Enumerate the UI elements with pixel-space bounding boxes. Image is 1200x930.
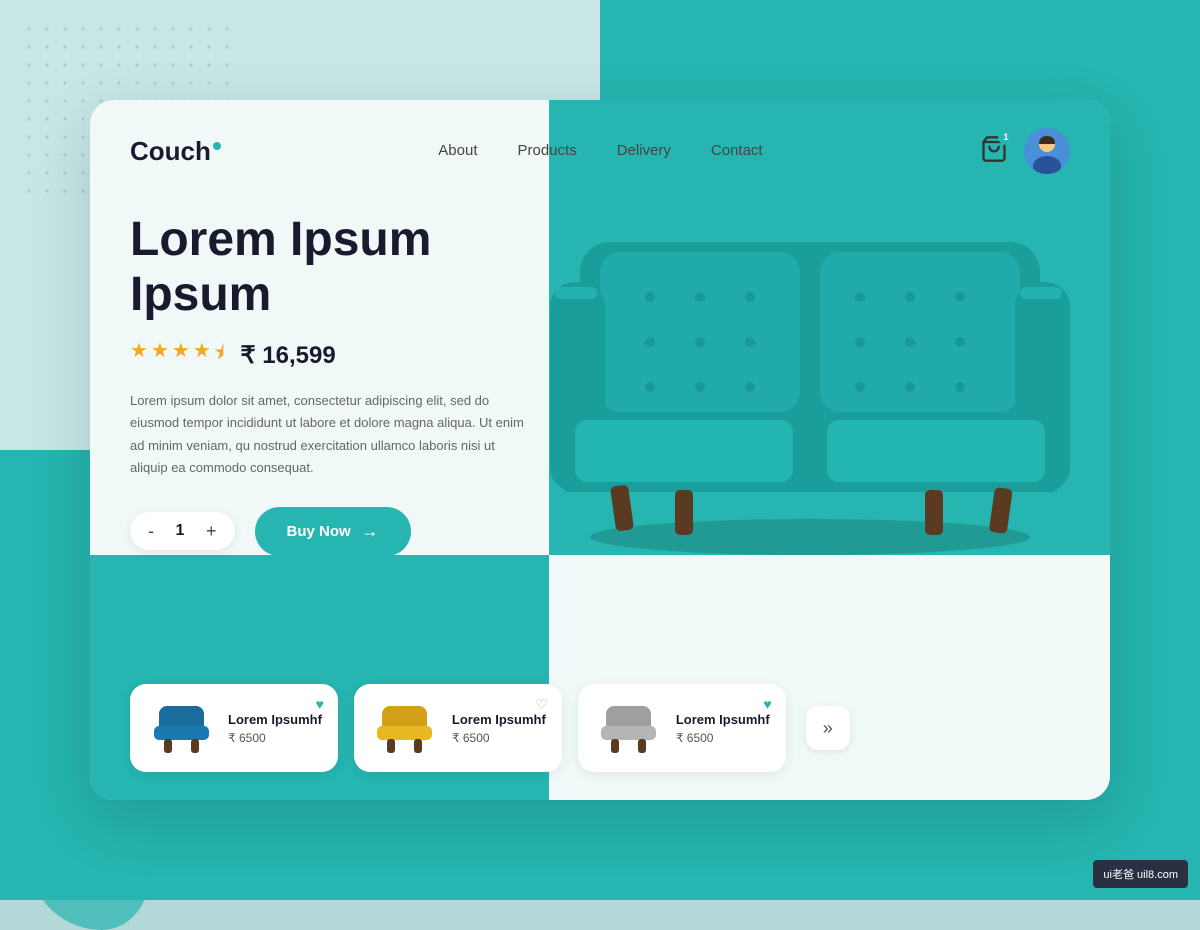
watermark: ui老爸 uil8.com xyxy=(1093,860,1188,888)
nav-item-about[interactable]: About xyxy=(438,142,477,160)
product-card-0[interactable]: Lorem Ipsumhf ₹ 6500 ♥ xyxy=(130,684,338,772)
product-card-1-price: ₹ 6500 xyxy=(452,731,546,745)
star-5-half: ⯨ xyxy=(214,338,225,372)
star-3: ★ xyxy=(172,338,190,372)
watermark-text: ui老爸 uil8.com xyxy=(1103,869,1178,881)
product-title-line2: Ipsum xyxy=(130,268,271,321)
product-price: ₹ 16,599 xyxy=(240,341,335,370)
star-4: ★ xyxy=(193,338,211,372)
product-card-1-info: Lorem Ipsumhf ₹ 6500 xyxy=(452,712,546,745)
sofa-illustration xyxy=(520,142,1100,562)
product-actions: - 1 + Buy Now → xyxy=(130,507,525,556)
product-card-2-info: Lorem Ipsumhf ₹ 6500 xyxy=(676,712,770,745)
product-card-2[interactable]: Lorem Ipsumhf ₹ 6500 ♥ xyxy=(578,684,786,772)
logo-text: Couch xyxy=(130,136,211,167)
product-title: Lorem Ipsum Ipsum xyxy=(130,212,525,322)
product-card-2-image xyxy=(594,698,664,758)
next-products-button[interactable]: » xyxy=(806,706,850,750)
blue-chair-icon xyxy=(149,701,214,756)
quantity-decrease-button[interactable]: - xyxy=(148,522,154,540)
product-card-1-heart[interactable]: ♡ xyxy=(535,696,548,713)
product-card-0-info: Lorem Ipsumhf ₹ 6500 xyxy=(228,712,322,745)
buy-now-button[interactable]: Buy Now → xyxy=(255,507,411,556)
product-card-1-name: Lorem Ipsumhf xyxy=(452,712,546,727)
product-card-0-name: Lorem Ipsumhf xyxy=(228,712,322,727)
product-card-0-image xyxy=(146,698,216,758)
product-cards-section: Lorem Ipsumhf ₹ 6500 ♥ Lorem Ipsumhf ₹ 6… xyxy=(90,668,1110,800)
product-title-line1: Lorem Ipsum xyxy=(130,213,431,266)
product-card-1[interactable]: Lorem Ipsumhf ₹ 6500 ♡ xyxy=(354,684,562,772)
left-content: Lorem Ipsum Ipsum ★ ★ ★ ★ ⯨ ₹ 16,599 Lor… xyxy=(130,202,525,668)
main-card: Couch About Products Delivery Contact xyxy=(90,100,1110,800)
star-1: ★ xyxy=(130,338,148,372)
star-2: ★ xyxy=(151,338,169,372)
card-content: Lorem Ipsum Ipsum ★ ★ ★ ★ ⯨ ₹ 16,599 Lor… xyxy=(90,202,1110,668)
product-description: Lorem ipsum dolor sit amet, consectetur … xyxy=(130,390,525,478)
quantity-increase-button[interactable]: + xyxy=(206,522,217,540)
product-card-2-heart[interactable]: ♥ xyxy=(763,696,771,712)
rating-price: ★ ★ ★ ★ ⯨ ₹ 16,599 xyxy=(130,338,525,372)
quantity-value: 1 xyxy=(170,522,190,540)
product-card-2-price: ₹ 6500 xyxy=(676,731,770,745)
logo[interactable]: Couch xyxy=(130,136,221,167)
product-card-1-image xyxy=(370,698,440,758)
product-card-0-price: ₹ 6500 xyxy=(228,731,322,745)
product-card-2-name: Lorem Ipsumhf xyxy=(676,712,770,727)
quantity-control: - 1 + xyxy=(130,512,235,550)
yellow-chair-icon xyxy=(372,701,437,756)
sofa-display-area xyxy=(525,202,1070,668)
nav-link-about[interactable]: About xyxy=(438,142,477,159)
buy-now-label: Buy Now xyxy=(287,523,351,540)
buy-now-arrow-icon: → xyxy=(361,521,379,542)
product-card-0-heart[interactable]: ♥ xyxy=(316,696,324,712)
logo-dot xyxy=(213,142,221,150)
star-rating: ★ ★ ★ ★ ⯨ xyxy=(130,338,224,372)
gray-chair-icon xyxy=(596,701,661,756)
